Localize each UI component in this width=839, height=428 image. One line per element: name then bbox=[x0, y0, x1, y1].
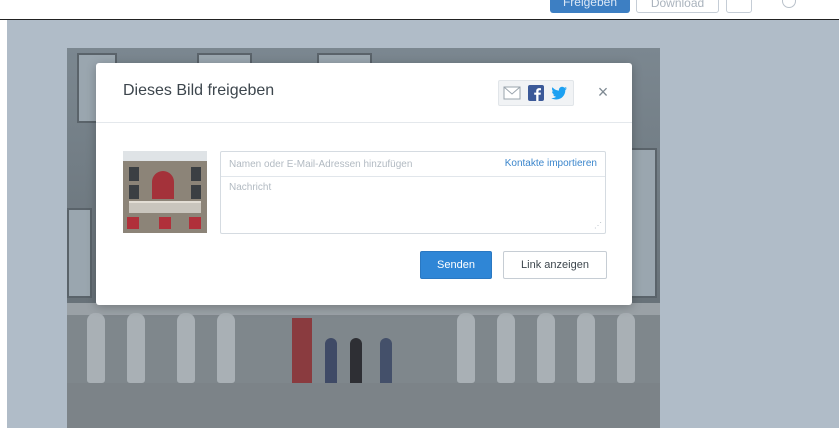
share-form: Kontakte importieren ⋰ bbox=[220, 151, 606, 234]
message-input[interactable] bbox=[229, 182, 597, 228]
facebook-icon[interactable] bbox=[527, 85, 545, 101]
mail-icon[interactable] bbox=[503, 85, 521, 101]
top-toolbar: Freigeben Download bbox=[0, 0, 839, 20]
send-button[interactable]: Senden bbox=[420, 251, 492, 279]
download-button[interactable]: Download bbox=[636, 0, 719, 13]
twitter-icon[interactable] bbox=[550, 85, 568, 101]
page-edge bbox=[0, 20, 7, 428]
recipients-input[interactable] bbox=[229, 156, 484, 173]
close-icon[interactable]: × bbox=[594, 81, 612, 103]
import-contacts-link[interactable]: Kontakte importieren bbox=[505, 158, 597, 169]
resize-grip-icon[interactable]: ⋰ bbox=[594, 222, 602, 230]
photo-window bbox=[67, 208, 92, 298]
share-button[interactable]: Freigeben bbox=[550, 0, 630, 13]
dialog-title: Dieses Bild freigeben bbox=[123, 82, 275, 99]
more-icon[interactable] bbox=[726, 0, 752, 13]
show-link-button[interactable]: Link anzeigen bbox=[503, 251, 607, 279]
dialog-header: Dieses Bild freigeben × bbox=[96, 63, 632, 123]
recipients-row: Kontakte importieren bbox=[221, 152, 605, 177]
image-thumbnail bbox=[123, 151, 207, 233]
share-dialog: Dieses Bild freigeben × Namen oder E-Mai… bbox=[96, 63, 632, 305]
share-channel-tabs bbox=[498, 80, 574, 106]
photo-door bbox=[292, 318, 312, 383]
account-icon[interactable] bbox=[782, 0, 796, 8]
